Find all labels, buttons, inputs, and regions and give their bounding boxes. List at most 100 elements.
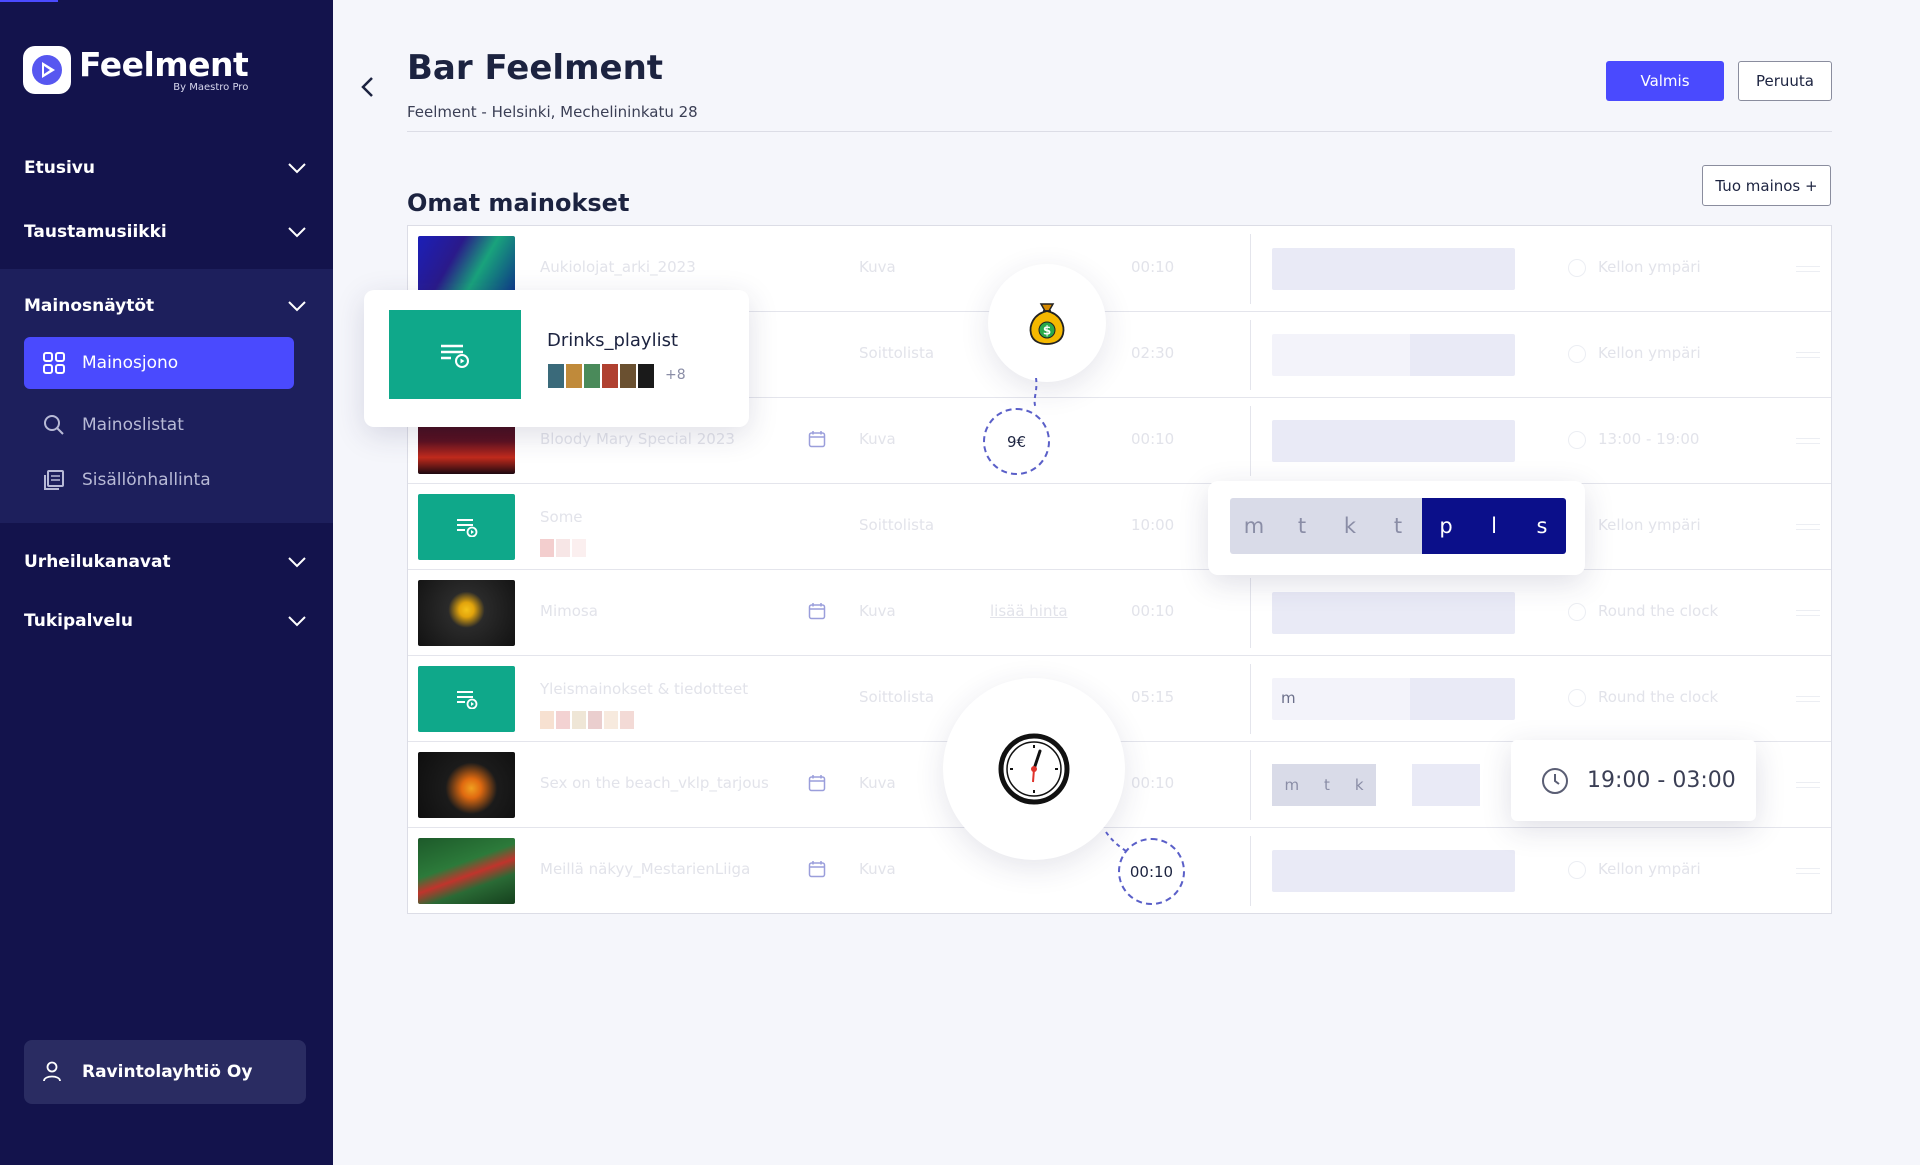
nav-tukipalvelu[interactable]: Tukipalvelu (0, 592, 333, 650)
day-toggle-sun[interactable]: s (1518, 498, 1566, 554)
sidebar: Feelment By Maestro Pro Etusivu Taustamu… (0, 0, 333, 1165)
calendar-icon[interactable] (808, 430, 826, 448)
ad-name: Meillä näkyy_MestarienLiiga (540, 860, 751, 878)
playlist-preview (548, 364, 654, 388)
nav-etusivu[interactable]: Etusivu (0, 139, 333, 197)
ad-schedule: Kellon ympäri (1598, 860, 1701, 878)
day-selector[interactable] (1272, 248, 1515, 290)
calendar-icon[interactable] (808, 602, 826, 620)
ad-duration: 00:10 (1131, 430, 1175, 448)
done-button[interactable]: Valmis (1606, 61, 1724, 101)
brand-name: Feelment (79, 44, 249, 84)
brand-sub: By Maestro Pro (173, 81, 249, 93)
day-selector-rest[interactable] (1412, 764, 1480, 806)
user-icon (43, 1061, 61, 1082)
nav-taustamusiikki[interactable]: Taustamusiikki (0, 203, 333, 261)
day-selector[interactable] (1272, 592, 1515, 634)
ad-schedule: Kellon ympäri (1598, 344, 1701, 362)
column-divider (1250, 578, 1251, 648)
day-toggle-thu[interactable]: t (1374, 498, 1422, 554)
playlist-thumbnail (418, 666, 515, 732)
ad-type: Kuva (859, 860, 896, 878)
drag-handle-icon[interactable] (1796, 868, 1820, 874)
ad-name: Yleismainokset & tiedotteet (540, 680, 749, 698)
clock-icon (1568, 345, 1586, 363)
duration-bubble (943, 678, 1125, 860)
day-toggle-fri[interactable]: p (1422, 498, 1470, 554)
table-row[interactable]: Yleismainokset & tiedotteet Soittolista … (408, 656, 1831, 742)
drag-handle-icon[interactable] (1796, 438, 1820, 444)
ad-type: Kuva (859, 430, 896, 448)
clock-icon (1568, 603, 1586, 621)
ad-name: Bloody Mary Special 2023 (540, 430, 735, 448)
nav-mainosnaytot[interactable]: Mainosnäytöt (0, 277, 333, 335)
day-selector[interactable] (1272, 334, 1515, 376)
sidebar-item-label: Mainoslistat (82, 415, 184, 435)
day-selector[interactable] (1272, 420, 1515, 462)
price-bubble: $ (988, 264, 1106, 382)
ad-schedule: 13:00 - 19:00 (1598, 430, 1700, 448)
ad-name: Aukiolojat_arki_2023 (540, 258, 696, 276)
back-button[interactable] (352, 72, 382, 102)
day-selector[interactable] (1272, 850, 1515, 892)
nav-label: Mainosnäytöt (24, 296, 155, 316)
day-toggle-sat[interactable]: l (1470, 498, 1518, 554)
table-row[interactable]: Mimosa Kuva lisää hinta 00:10 Round the … (408, 570, 1831, 656)
clock-icon (1568, 431, 1586, 449)
logo[interactable]: Feelment By Maestro Pro (23, 44, 249, 94)
drag-handle-icon[interactable] (1796, 524, 1820, 530)
table-row[interactable]: Some Soittolista 10:00 Kellon ympäri (408, 484, 1831, 570)
nav-urheilukanavat[interactable]: Urheilukanavat (0, 533, 333, 591)
playlist-card[interactable]: Drinks_playlist +8 (364, 290, 749, 427)
time-range-card[interactable]: 19:00 - 03:00 (1511, 740, 1756, 821)
duration-value-badge: 00:10 (1118, 838, 1185, 905)
drag-handle-icon[interactable] (1796, 352, 1820, 358)
drag-handle-icon[interactable] (1796, 696, 1820, 702)
ad-type: Soittolista (859, 688, 935, 706)
nav-label: Etusivu (24, 158, 95, 178)
sidebar-item-sisallonhallinta[interactable]: Sisällönhallinta (24, 454, 294, 506)
svg-text:$: $ (1043, 324, 1051, 338)
day-toggle-tue[interactable]: t (1278, 498, 1326, 554)
drag-handle-icon[interactable] (1796, 266, 1820, 272)
day-toggle-wed[interactable]: k (1326, 498, 1374, 554)
calendar-icon[interactable] (808, 860, 826, 878)
drag-handle-icon[interactable] (1796, 782, 1820, 788)
import-ad-button[interactable]: Tuo mainos + (1702, 165, 1831, 206)
day-toggle-mon[interactable]: m (1230, 498, 1278, 554)
sidebar-item-mainoslistat[interactable]: Mainoslistat (24, 399, 294, 451)
ad-thumbnail (418, 752, 515, 818)
page-title: Bar Feelment (407, 48, 664, 88)
calendar-icon[interactable] (808, 774, 826, 792)
day-selector-popup[interactable]: m t k t p l s (1208, 481, 1585, 575)
column-divider (1250, 234, 1251, 304)
day-toggle-group: m t k t p l s (1230, 498, 1566, 554)
day-selector[interactable]: m (1272, 678, 1515, 720)
header-divider (407, 131, 1832, 132)
day-selector[interactable]: m t k (1272, 764, 1376, 806)
stopwatch-icon (998, 733, 1070, 805)
nav-label: Urheilukanavat (24, 552, 171, 572)
drag-handle-icon[interactable] (1796, 610, 1820, 616)
column-divider (1250, 750, 1251, 820)
column-divider (1250, 320, 1251, 390)
ad-type: Kuva (859, 602, 896, 620)
sidebar-item-mainosjono[interactable]: Mainosjono (24, 337, 294, 389)
ad-duration: 10:00 (1131, 516, 1175, 534)
sidebar-item-label: Sisällönhallinta (82, 470, 211, 490)
day-letter: t (1324, 776, 1330, 794)
clock-icon (1568, 689, 1586, 707)
user-account-button[interactable]: Ravintolayhtiö Oy (24, 1040, 306, 1104)
clock-icon (1542, 767, 1568, 794)
cancel-button[interactable]: Peruuta (1738, 61, 1832, 101)
ad-name: Sex on the beach_vklp_tarjous (540, 774, 769, 792)
ad-type: Kuva (859, 258, 896, 276)
add-price-link[interactable]: lisää hinta (990, 602, 1068, 620)
ad-type: Soittolista (859, 344, 935, 362)
column-divider (1250, 664, 1251, 734)
day-letter: m (1281, 689, 1296, 707)
playlist-thumbnail (389, 310, 521, 399)
ad-schedule: Round the clock (1598, 688, 1719, 706)
chevron-down-icon (288, 227, 306, 238)
sidebar-item-label: Mainosjono (82, 353, 179, 373)
